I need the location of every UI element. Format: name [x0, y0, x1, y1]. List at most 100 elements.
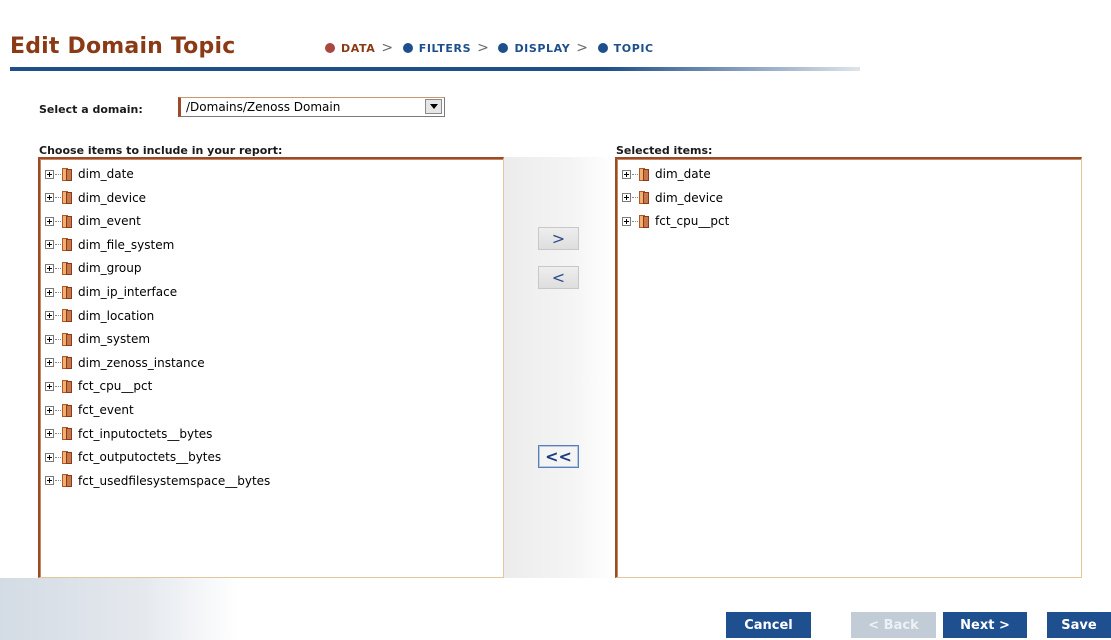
folder-icon	[639, 167, 649, 181]
step-label: TOPIC	[613, 41, 654, 55]
expand-icon[interactable]	[45, 381, 54, 391]
tree-item[interactable]: dim_file_system	[45, 236, 174, 254]
step-dot-icon	[498, 43, 509, 53]
tree-connector	[55, 267, 61, 269]
save-button[interactable]: Save	[1047, 612, 1111, 638]
tree-item[interactable]: dim_ip_interface	[45, 283, 177, 301]
footer-decoration	[0, 578, 240, 640]
page-title: Edit Domain Topic	[10, 34, 236, 59]
expand-icon[interactable]	[45, 405, 54, 415]
expand-icon[interactable]	[45, 169, 54, 179]
step-separator: >	[477, 40, 490, 56]
step-active-dot-icon	[325, 43, 335, 53]
cancel-button[interactable]: Cancel	[726, 612, 811, 638]
folder-icon	[639, 191, 649, 205]
tree-connector	[55, 315, 61, 317]
tree-item-label: fct_inputoctets__bytes	[78, 426, 213, 441]
step-filters[interactable]: FILTERS >	[402, 40, 499, 56]
remove-item-button[interactable]: <	[538, 266, 579, 289]
tree-item-label: dim_file_system	[78, 237, 175, 252]
expand-icon[interactable]	[45, 334, 54, 344]
tree-connector	[55, 409, 61, 411]
folder-icon	[62, 214, 72, 228]
tree-item[interactable]: fct_cpu__pct	[45, 377, 152, 395]
expand-icon[interactable]	[45, 263, 54, 273]
tree-item-label: dim_date	[655, 167, 711, 181]
tree-item-label: dim_device	[78, 190, 147, 205]
remove-all-button[interactable]: <<	[538, 445, 579, 468]
tree-item[interactable]: fct_cpu__pct	[622, 212, 729, 230]
step-topic[interactable]: TOPIC	[597, 41, 654, 55]
tree-item-label: fct_outputoctets__bytes	[78, 450, 222, 465]
tree-item-label: dim_group	[78, 261, 142, 276]
tree-connector	[55, 220, 61, 222]
tree-item[interactable]: dim_device	[45, 189, 146, 207]
available-items-tree[interactable]: dim_date dim_device dim_event dim_file_syst…	[38, 157, 504, 578]
folder-icon	[62, 261, 72, 275]
tree-connector	[632, 220, 638, 222]
tree-item-label: dim_device	[655, 190, 724, 205]
tree-item[interactable]: dim_date	[45, 165, 134, 183]
folder-icon	[62, 379, 72, 393]
tree-item[interactable]: fct_inputoctets__bytes	[45, 425, 212, 443]
wizard-steps: DATA > FILTERS > DISPLAY > TOPIC	[325, 40, 654, 56]
step-display[interactable]: DISPLAY >	[498, 40, 597, 56]
add-arrow-icon: >	[551, 229, 566, 248]
tree-connector	[55, 385, 61, 387]
tree-item[interactable]: dim_date	[622, 165, 711, 183]
expand-icon[interactable]	[622, 216, 631, 226]
expand-icon[interactable]	[622, 193, 631, 203]
step-label: FILTERS	[418, 41, 472, 55]
tree-item[interactable]: fct_event	[45, 401, 134, 419]
folder-icon	[62, 167, 72, 181]
folder-icon	[62, 474, 72, 488]
tree-connector	[632, 173, 638, 175]
tree-connector	[632, 197, 638, 199]
expand-icon[interactable]	[45, 476, 54, 486]
folder-icon	[62, 285, 72, 299]
folder-icon	[639, 214, 649, 228]
expand-icon[interactable]	[45, 452, 54, 462]
expand-icon[interactable]	[45, 193, 54, 203]
expand-icon[interactable]	[45, 429, 54, 439]
selected-items-tree[interactable]: dim_date dim_device fct_cpu__pct	[615, 157, 1082, 578]
domain-select-value: /Domains/Zenoss Domain	[186, 100, 341, 114]
expand-icon[interactable]	[45, 287, 54, 297]
folder-icon	[62, 238, 72, 252]
step-data[interactable]: DATA >	[325, 40, 403, 56]
expand-icon[interactable]	[45, 240, 54, 250]
folder-icon	[62, 403, 72, 417]
expand-icon[interactable]	[45, 216, 54, 226]
tree-item[interactable]: dim_group	[45, 259, 142, 277]
tree-item[interactable]: fct_usedfilesystemspace__bytes	[45, 472, 270, 490]
tree-item[interactable]: fct_outputoctets__bytes	[45, 448, 221, 466]
tree-connector	[55, 291, 61, 293]
next-button[interactable]: Next >	[943, 612, 1027, 638]
tree-connector	[55, 338, 61, 340]
tree-item[interactable]: dim_event	[45, 212, 141, 230]
expand-icon[interactable]	[622, 169, 631, 179]
add-item-button[interactable]: >	[538, 227, 579, 250]
step-label: DATA	[341, 41, 376, 55]
folder-icon	[62, 191, 72, 205]
tree-connector	[55, 456, 61, 458]
step-separator: >	[576, 40, 589, 56]
dropdown-arrow-icon[interactable]	[425, 99, 442, 114]
expand-icon[interactable]	[45, 311, 54, 321]
tree-item[interactable]: dim_location	[45, 307, 154, 325]
back-button[interactable]: < Back	[851, 612, 936, 638]
tree-item[interactable]: dim_system	[45, 330, 150, 348]
tree-item-label: fct_event	[78, 403, 134, 417]
remove-arrow-icon: <	[551, 268, 566, 287]
domain-select[interactable]: /Domains/Zenoss Domain	[178, 97, 445, 117]
tree-connector	[55, 433, 61, 435]
tree-item[interactable]: dim_zenoss_instance	[45, 354, 205, 372]
transfer-column	[504, 157, 614, 578]
tree-item-label: dim_zenoss_instance	[78, 355, 205, 370]
tree-connector	[55, 197, 61, 199]
step-dot-icon	[402, 43, 413, 53]
step-label: DISPLAY	[514, 41, 571, 55]
expand-icon[interactable]	[45, 358, 54, 368]
step-dot-icon	[597, 43, 608, 53]
tree-item[interactable]: dim_device	[622, 189, 723, 207]
